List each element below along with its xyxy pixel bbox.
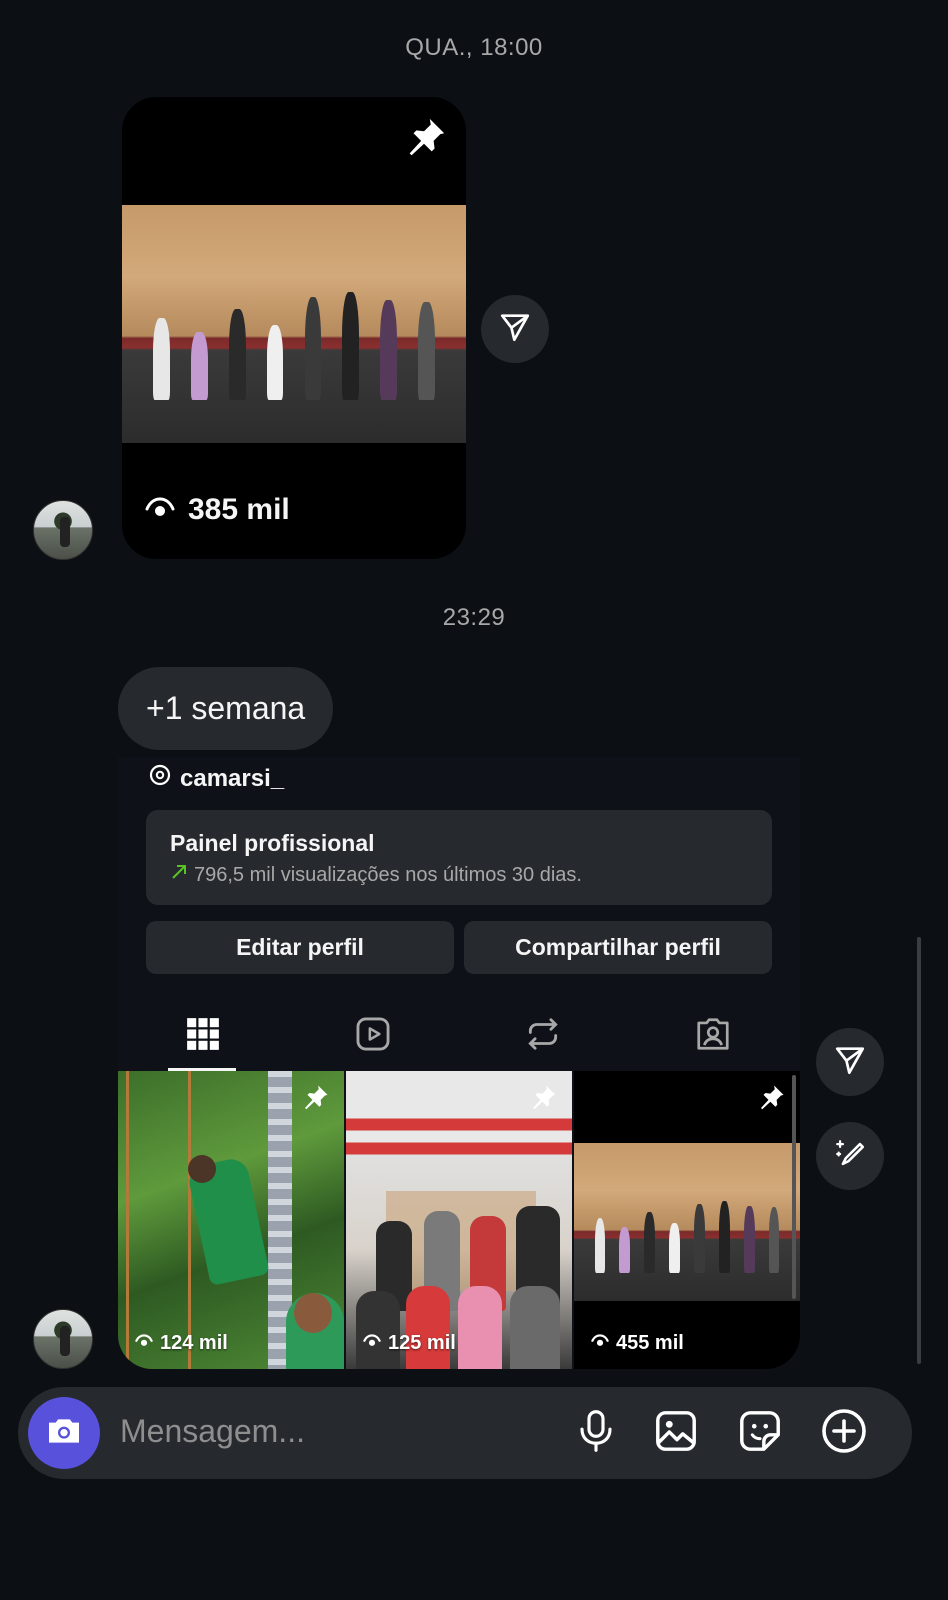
sticker-icon [737,1408,783,1459]
profile-handle[interactable]: camarsi_ [148,763,284,794]
plus-icon [820,1407,868,1460]
reel-views: 385 mil [144,493,290,527]
eye-icon [144,495,176,526]
post-views-count: 125 mil [388,1332,456,1354]
professional-dashboard[interactable]: Painel profissional 796,5 mil visualizaç… [146,810,772,905]
message-text: +1 semana [146,690,306,726]
message-input[interactable]: Mensagem... [120,1413,305,1450]
tagged-icon [694,1015,732,1058]
avatar[interactable] [33,1309,93,1369]
post-thumbnail[interactable]: 124 mil [118,1071,344,1369]
magic-brush-icon [833,1137,867,1176]
forward-button[interactable] [481,295,549,363]
pin-icon [528,1083,558,1118]
eye-icon [590,1332,610,1355]
shared-profile-card[interactable]: camarsi_ Painel profissional 796,5 mil v… [118,757,800,1369]
ai-edit-button[interactable] [816,1122,884,1190]
send-icon [833,1043,867,1082]
eye-icon [134,1332,154,1355]
bottom-safe-area [0,1490,948,1600]
post-thumbnail[interactable]: 125 mil [346,1071,572,1369]
message-bubble[interactable]: +1 semana [118,667,334,750]
shared-reel[interactable]: 385 mil [122,97,466,559]
message-composer: Mensagem... [18,1387,912,1479]
reel-views-count: 385 mil [188,493,290,526]
pin-icon [300,1083,330,1118]
tab-reposts[interactable] [458,1001,628,1071]
forward-button[interactable] [816,1028,884,1096]
camera-icon [44,1411,84,1456]
avatar[interactable] [33,500,93,560]
sticker-button[interactable] [734,1407,786,1459]
post-views: 124 mil [134,1332,228,1355]
post-views-count: 124 mil [160,1332,228,1354]
post-thumbnail[interactable]: 455 mil [574,1071,800,1369]
more-options-button[interactable] [818,1407,870,1459]
reposts-icon [524,1015,562,1058]
pin-icon [756,1083,786,1118]
send-icon [498,310,532,349]
grid-icon [186,1017,220,1056]
post-views: 455 mil [590,1332,684,1355]
reel-thumbnail [122,205,466,443]
dashboard-stat: 796,5 mil visualizações nos últimos 30 d… [194,863,582,886]
threads-icon [148,763,172,794]
scrollbar[interactable] [917,937,921,1364]
timestamp: 23:29 [442,604,506,631]
trend-up-icon [170,863,188,887]
dashboard-title: Painel profissional [170,830,375,856]
post-views-count: 455 mil [616,1332,684,1354]
voice-button[interactable] [570,1407,622,1459]
username: camarsi_ [180,764,285,792]
camera-button[interactable] [28,1397,100,1469]
post-views: 125 mil [362,1332,456,1355]
tab-posts[interactable] [118,1001,288,1071]
tab-tagged[interactable] [628,1001,798,1071]
gallery-icon [653,1408,699,1459]
edit-profile-button[interactable]: Editar perfil [146,921,454,974]
pin-icon [402,115,448,166]
gallery-button[interactable] [650,1407,702,1459]
timestamp: QUA., 18:00 [405,34,543,61]
reels-icon [354,1015,392,1058]
share-profile-button[interactable]: Compartilhar perfil [464,921,772,974]
profile-tabs [118,1001,800,1071]
microphone-icon [575,1408,617,1459]
tab-reels[interactable] [288,1001,458,1071]
eye-icon [362,1332,382,1355]
